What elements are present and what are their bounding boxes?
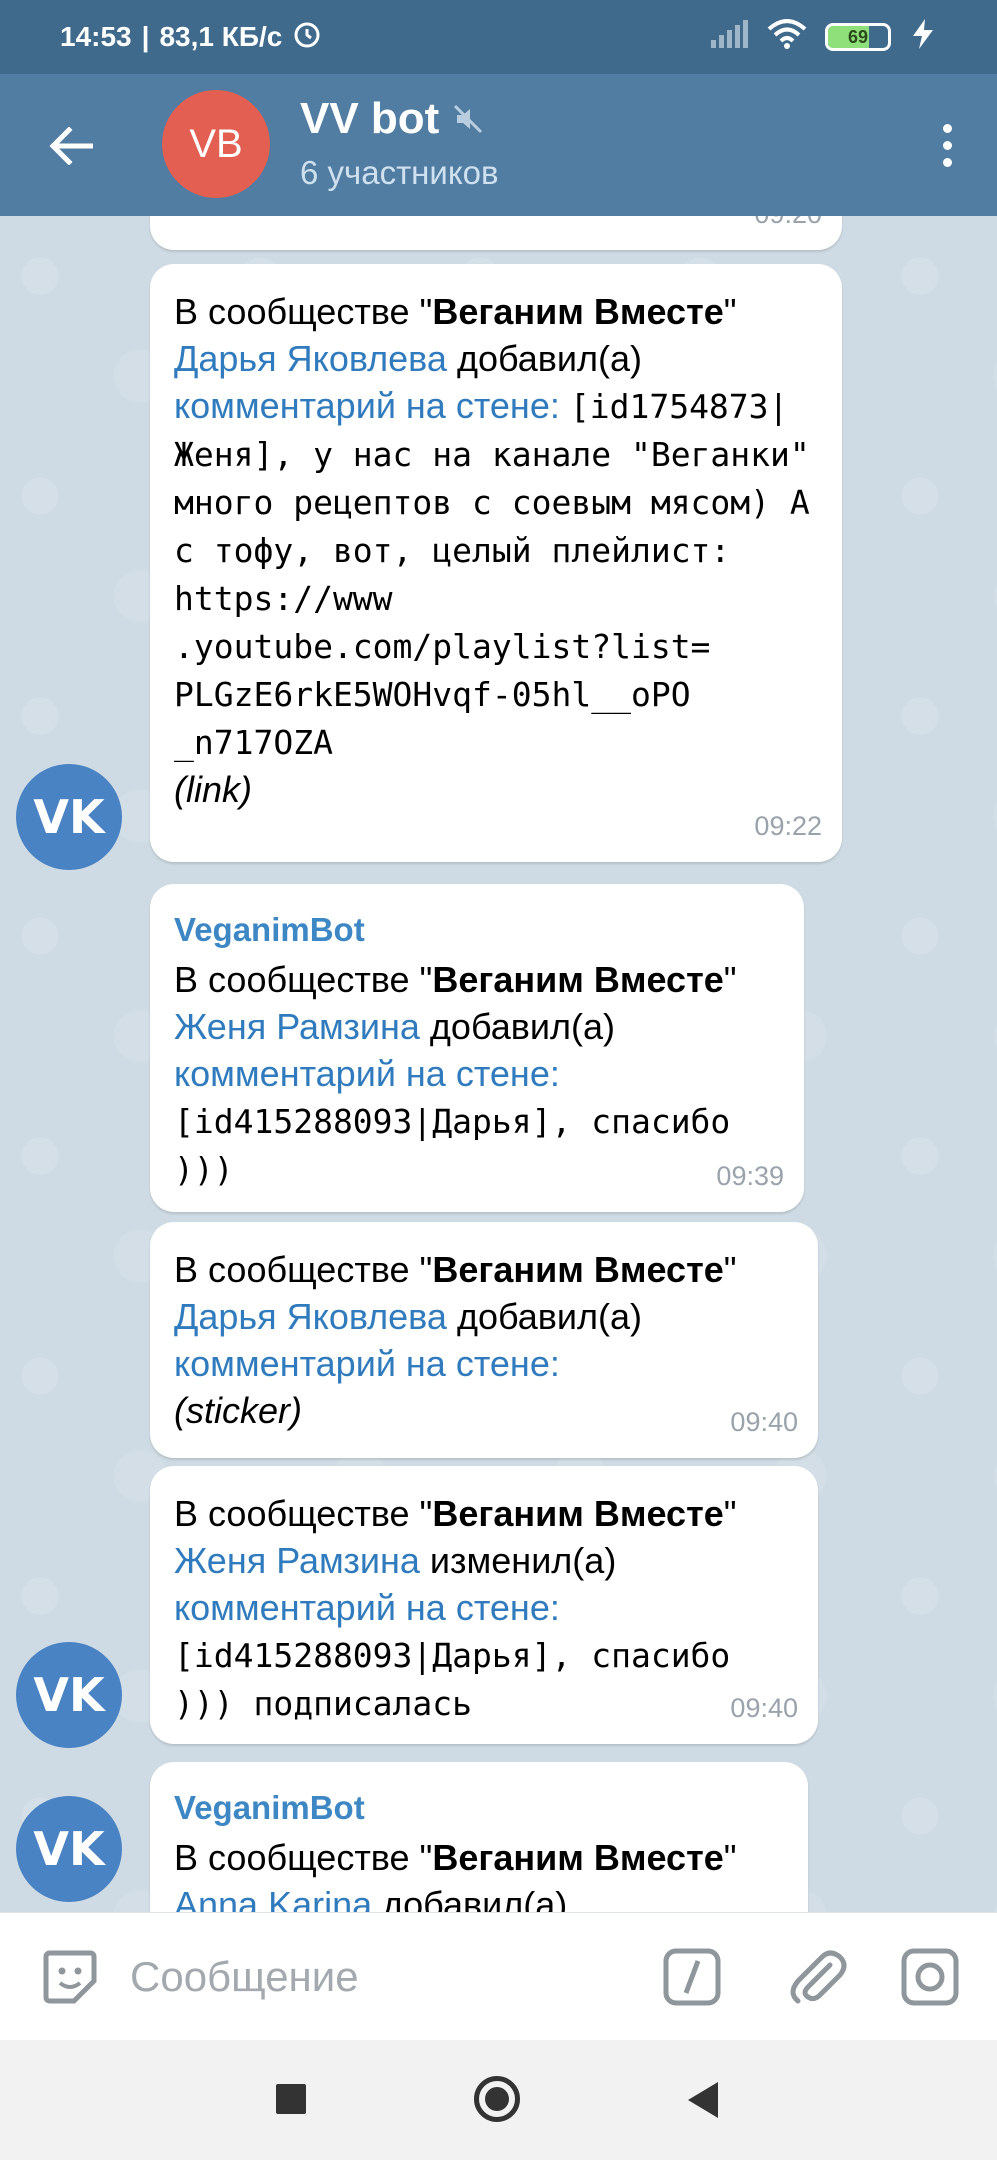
author-link[interactable]: Дарья Яковлева [174, 338, 447, 379]
author-link[interactable]: Женя Рамзина [174, 1006, 420, 1047]
message-body: В сообществе "Веганим Вместе" Женя Рамзи… [174, 959, 737, 1189]
message-bubble[interactable]: В сообществе "Веганим Вместе" Женя Рамзи… [150, 1466, 818, 1744]
vk-logo-icon: VK [33, 1668, 105, 1722]
dot-icon [942, 157, 952, 167]
message-text: [id415288093|Дарья], спасибо ))) [174, 1102, 731, 1189]
message-text: [id1754873|Женя], у нас на канале "Веган… [174, 387, 810, 762]
author-link[interactable]: Женя Рамзина [174, 1540, 420, 1581]
chat-title[interactable]: VV bot [300, 94, 483, 144]
status-time: 14:53 [60, 21, 132, 52]
message-action: добавил(а) [382, 1884, 568, 1912]
comment-link[interactable]: комментарий на стене: [174, 385, 560, 426]
author-link[interactable]: Дарья Яковлева [174, 1296, 447, 1337]
chat-subtitle: 6 участников [300, 154, 499, 191]
chat-avatar[interactable]: VB [162, 90, 270, 198]
more-menu-button[interactable] [927, 110, 967, 180]
alarm-icon [292, 19, 322, 56]
comment-link[interactable]: комментарий на стене: [174, 1053, 560, 1094]
signal-icon [711, 19, 749, 55]
back-button[interactable] [36, 116, 106, 176]
status-separator: | [141, 21, 150, 52]
message-time: 09:39 [716, 1161, 784, 1191]
vk-avatar[interactable]: VK [16, 1796, 122, 1902]
message-bubble[interactable]: VeganimBot В сообществе "Веганим Вместе"… [150, 884, 804, 1212]
message-body: В сообществе "Веганим Вместе" Anna Karin… [174, 1834, 784, 1912]
wifi-icon [767, 18, 807, 56]
message-attachment: (link) [174, 769, 252, 810]
status-network-speed: 83,1 КБ/с [159, 21, 283, 52]
chat-title-text: VV bot [300, 94, 440, 143]
message-time: 09:22 [754, 811, 822, 841]
arrow-left-icon [49, 127, 93, 165]
attach-icon [790, 1950, 847, 2004]
message-sender[interactable]: VeganimBot [174, 908, 780, 952]
muted-icon [454, 104, 483, 134]
emoji-button[interactable] [40, 1947, 100, 2007]
dot-icon [942, 123, 952, 133]
message-list[interactable]: 09:20 В сообществе "Веганим Вместе" Дарь… [0, 216, 997, 1912]
bot-command-button[interactable] [662, 1947, 722, 2007]
message-sender[interactable]: VeganimBot [174, 1786, 784, 1830]
camera-button[interactable] [900, 1947, 960, 2007]
status-left: 14:53 | 83,1 КБ/с [60, 19, 322, 56]
status-right: 69 [711, 18, 937, 56]
dot-icon [942, 140, 952, 150]
message-body: В сообществе "Веганим Вместе" Женя Рамзи… [174, 1493, 737, 1723]
vk-logo-icon: VK [33, 790, 105, 844]
message-action: добавил(а) [456, 1296, 643, 1337]
message-time: 09:40 [730, 1407, 798, 1437]
home-icon[interactable] [474, 2076, 520, 2122]
message-attachment: (sticker) [174, 1390, 302, 1431]
message-text: [id415288093|Дарья], спасибо ))) подписа… [174, 1636, 731, 1723]
battery-percent: 69 [847, 26, 869, 47]
message-time: 09:20 [754, 216, 822, 238]
message-input-bar [0, 1912, 997, 2040]
chat-header: VB VV bot 6 участников [0, 74, 997, 216]
battery-icon: 69 [825, 23, 891, 51]
community-name: Веганим Вместе [432, 1493, 724, 1534]
recent-apps-icon[interactable] [276, 2084, 306, 2114]
status-bar: 14:53 | 83,1 КБ/с 69 [0, 0, 997, 74]
community-name: Веганим Вместе [432, 291, 724, 332]
system-nav-bar [0, 2040, 997, 2160]
back-icon[interactable] [688, 2082, 718, 2118]
emoji-icon [43, 1950, 97, 2004]
message-action: добавил(а) [429, 1006, 616, 1047]
comment-link[interactable]: комментарий на стене: [174, 1587, 560, 1628]
vk-avatar[interactable]: VK [16, 1642, 122, 1748]
command-icon [663, 1948, 721, 2006]
attach-button[interactable] [784, 1945, 848, 2009]
message-bubble[interactable]: В сообществе "Веганим Вместе" Дарья Яков… [150, 264, 842, 862]
message-action: добавил(а) [456, 338, 643, 379]
message-body: В сообществе "Веганим Вместе" Дарья Яков… [174, 1249, 737, 1431]
chat-avatar-initials: VB [189, 121, 243, 166]
message-bubble[interactable]: VeganimBot В сообществе "Веганим Вместе"… [150, 1762, 808, 1912]
camera-icon [901, 1948, 959, 2006]
message-time: 09:40 [730, 1693, 798, 1723]
message-bubble[interactable]: В сообществе "Веганим Вместе" Дарья Яков… [150, 1222, 818, 1458]
community-name: Веганим Вместе [432, 1837, 724, 1878]
comment-link[interactable]: комментарий на стене: [174, 1343, 560, 1384]
author-link[interactable]: Anna Karina [174, 1884, 372, 1912]
message-input[interactable] [130, 1937, 630, 2017]
message-action: изменил(а) [429, 1540, 617, 1581]
message-bubble[interactable]: 09:20 [150, 216, 842, 250]
community-name: Веганим Вместе [432, 959, 724, 1000]
message-body: В сообществе "Веганим Вместе" Дарья Яков… [174, 291, 810, 810]
vk-logo-icon: VK [33, 1822, 105, 1876]
vk-avatar[interactable]: VK [16, 764, 122, 870]
charging-icon [909, 18, 937, 56]
community-name: Веганим Вместе [432, 1249, 724, 1290]
